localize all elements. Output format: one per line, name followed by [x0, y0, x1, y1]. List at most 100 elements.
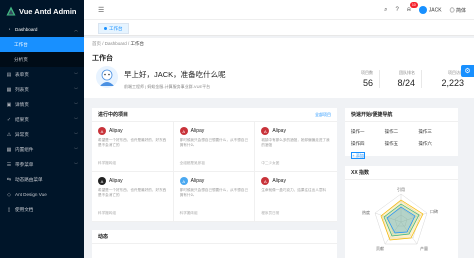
quick-link[interactable]: 操作二 — [385, 127, 419, 136]
header-actions: ⌕ ? ⍾ 10 JACK ◎ 简体 — [384, 0, 466, 20]
language-switch[interactable]: ◎ 简体 — [450, 7, 466, 14]
project-item[interactable]: A Alipay 生命就像一盒巧克力，结果往往出人意料 程序员日常 — [255, 172, 337, 222]
project-team[interactable]: 科学搬砖组 — [98, 161, 116, 166]
project-item[interactable]: A Alipay 城镇中有那么多的酒馆，她却偏偏走进了我的酒馆 中二少女团 — [255, 122, 337, 172]
warning-icon: ⚠ — [6, 131, 12, 138]
project-team[interactable]: 科学搬砖组 — [98, 211, 116, 216]
language-label: 简体 — [455, 7, 466, 14]
bell-icon[interactable]: ⍾ 10 — [407, 1, 418, 14]
chevron-down-icon: ﹀ — [74, 71, 78, 77]
chevron-down-icon: ﹀ — [74, 116, 78, 122]
quick-link[interactable]: 操作四 — [351, 139, 385, 148]
sidebar-item-label: 带参菜单 — [15, 161, 34, 167]
breadcrumb-dashboard[interactable]: Dashboard — [105, 41, 127, 46]
radar-label: 口碑 — [430, 208, 438, 214]
project-desc: 城镇中有那么多的酒馆，她却偏偏走进了我的酒馆 — [261, 138, 330, 147]
alipay-icon: A — [179, 177, 188, 185]
project-team[interactable]: 程序员日常 — [261, 211, 279, 216]
active-dot-icon — [104, 27, 107, 30]
sidebar-item-param-menu[interactable]: ☰ 带参菜单 ﹀ — [0, 157, 84, 172]
avatar — [418, 6, 427, 14]
project-team[interactable]: 科学搬砖组 — [180, 211, 198, 216]
menu-fold-icon[interactable]: ☰ — [98, 6, 104, 14]
stat-value: 56 — [362, 78, 373, 88]
quick-link[interactable]: 操作五 — [385, 139, 419, 148]
sidebar-item-analysis[interactable]: 分析页 — [0, 52, 84, 67]
user-name: JACK — [428, 7, 442, 14]
tab-workplace[interactable]: 工作台 — [98, 23, 129, 34]
radar-label: 贡献 — [376, 245, 384, 251]
profile-icon: ▣ — [6, 101, 12, 108]
projects-grid: A Alipay 希望是一个好东西，也许是最好的，好东西是不会消亡的 科学搬砖组 … — [92, 122, 337, 222]
alipay-icon: A — [179, 127, 188, 135]
sidebar-item-list[interactable]: ▦ 列表页 ﹀ — [0, 82, 84, 97]
project-item[interactable]: A Alipay 那时候我只会想自己想要什么，从不想自己拥有什么 全组都是吴彦祖 — [173, 122, 256, 172]
route-icon: ⇆ — [6, 176, 12, 183]
chevron-down-icon: ﹀ — [74, 131, 78, 137]
chevron-down-icon: ﹀ — [74, 101, 78, 107]
user-description: 前端工程师 | 蚂蚁金服-计算服务事业群-VUE平台 — [124, 84, 211, 89]
project-name: Alipay — [109, 128, 123, 134]
page-title: 工作台 — [92, 55, 113, 62]
sidebar: Vue Antd Admin ◔ Dashboard ︿ 工作台 分析页 ▤ 表… — [0, 0, 84, 258]
quick-add-wrap: + 添加 — [351, 151, 385, 160]
brand[interactable]: Vue Antd Admin — [0, 0, 84, 22]
alipay-icon: A — [261, 127, 270, 135]
top-header: ☰ ⌕ ? ⍾ 10 JACK ◎ 简体 — [84, 0, 474, 20]
all-projects-link[interactable]: 全部项目 — [315, 112, 331, 118]
stats-group: 项目数 56 团队排名 8/24 项目访问 2,223 — [338, 70, 464, 88]
sidebar-item-docs[interactable]: ▯ 使用文档 — [0, 202, 84, 217]
project-item[interactable]: A Alipay 那时候我只会想自己想要什么，从不想自己拥有什么 科学搬砖组 — [173, 172, 256, 222]
check-circle-icon: ✓ — [6, 116, 12, 123]
notification-badge: 10 — [409, 1, 418, 8]
sidebar-item-workplace[interactable]: 工作台 — [0, 37, 84, 52]
stat-projects: 项目数 56 — [338, 70, 380, 88]
stat-team-rank: 团队排名 8/24 — [380, 70, 422, 88]
project-name: Alipay — [190, 178, 205, 184]
user-menu[interactable]: JACK — [418, 6, 442, 14]
card-title: XX 指数 — [351, 170, 370, 176]
quick-link[interactable]: 操作六 — [418, 139, 452, 148]
breadcrumb-home[interactable]: 首页 — [92, 41, 101, 46]
card-title: 动态 — [98, 234, 109, 240]
ant-design-icon: ◇ — [7, 191, 11, 198]
sidebar-item-label: 使用文档 — [15, 206, 34, 212]
chevron-up-icon: ︿ — [74, 26, 78, 32]
appstore-icon: ▦ — [6, 146, 12, 153]
project-item[interactable]: A Alipay 希望是一个好东西，也许是最好的，好东西是不会消亡的 科学搬砖组 — [92, 122, 174, 172]
quick-nav-grid: 操作一 操作二 操作三 操作四 操作五 操作六 + 添加 — [345, 122, 458, 165]
tabs-bar: 工作台 — [84, 20, 474, 36]
project-desc: 那时候我只会想自己想要什么，从不想自己拥有什么 — [179, 138, 248, 147]
sidebar-submenu-dashboard: 工作台 分析页 — [0, 37, 84, 67]
project-desc: 生命就像一盒巧克力，结果往往出人意料 — [261, 188, 327, 192]
alipay-icon: A — [261, 177, 270, 185]
globe-icon: ◎ — [449, 7, 455, 14]
activity-card-header: 动态 — [92, 230, 337, 244]
project-name: Alipay — [190, 128, 205, 134]
settings-drawer-button[interactable]: ⚙ — [461, 65, 474, 77]
project-team[interactable]: 中二少女团 — [261, 161, 279, 166]
quick-link[interactable]: 操作一 — [351, 127, 385, 136]
quick-nav-card: 快速开始/便捷导航 操作一 操作二 操作三 操作四 操作五 操作六 + 添加 — [345, 108, 458, 159]
search-icon[interactable]: ⌕ — [384, 7, 387, 14]
sidebar-item-result[interactable]: ✓ 结果页 ﹀ — [0, 112, 84, 127]
project-item[interactable]: A Alipay 希望是一个好东西，也许是最好的，好东西是不会消亡的 科学搬砖组 — [92, 172, 174, 222]
sidebar-item-form[interactable]: ▤ 表单页 ﹀ — [0, 67, 84, 82]
question-icon[interactable]: ? — [395, 7, 398, 13]
add-quick-link-button[interactable]: + 添加 — [351, 152, 365, 159]
sidebar-item-dynamic-route[interactable]: ⇆ 动态路由菜单 — [0, 172, 84, 187]
app-root: Vue Antd Admin ◔ Dashboard ︿ 工作台 分析页 ▤ 表… — [0, 0, 474, 258]
sidebar-item-components[interactable]: ▦ 内置组件 ﹀ — [0, 142, 84, 157]
sidebar-item-antd[interactable]: ◇ Ant Design Vue — [0, 187, 84, 202]
sidebar-item-profile[interactable]: ▣ 详情页 ﹀ — [0, 97, 84, 112]
sidebar-item-label: Dashboard — [15, 27, 38, 32]
sidebar-item-exception[interactable]: ⚠ 异常页 ﹀ — [0, 127, 84, 142]
card-title: 进行中的项目 — [98, 112, 129, 118]
quick-link[interactable]: 操作三 — [418, 127, 452, 136]
sidebar-item-dashboard[interactable]: ◔ Dashboard ︿ — [0, 22, 84, 37]
stat-label: 项目访问 — [448, 70, 464, 75]
project-team[interactable]: 全组都是吴彦祖 — [180, 161, 205, 166]
sidebar-item-label: 详情页 — [15, 101, 29, 107]
sidebar-item-label: 分析页 — [14, 56, 28, 62]
sidebar-item-label: 异常页 — [15, 131, 29, 137]
